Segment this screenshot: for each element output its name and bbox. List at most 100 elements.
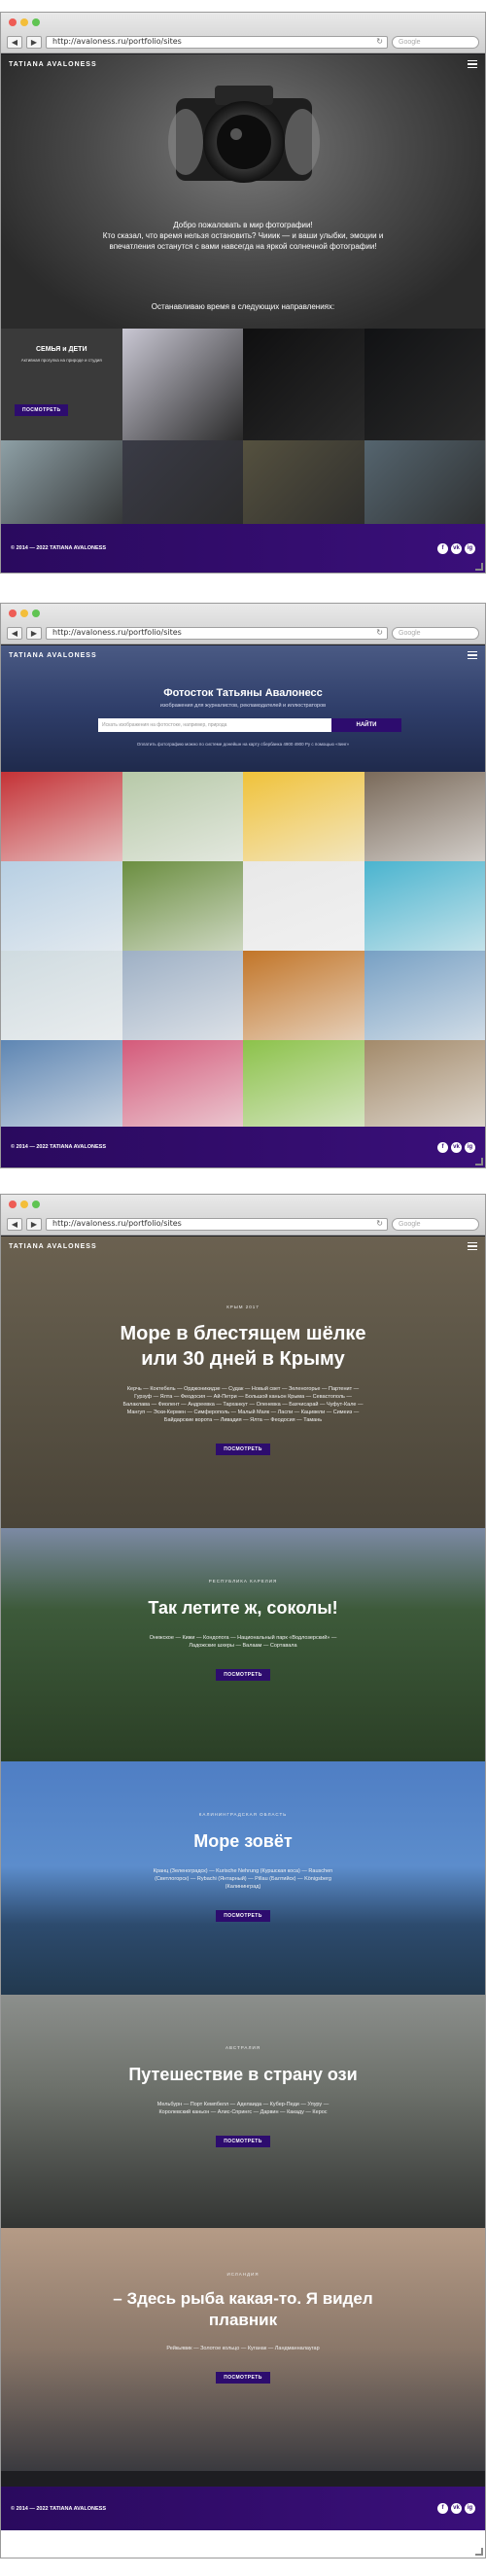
camera-photo-image xyxy=(168,86,320,183)
copyright-text: © 2014 — 2022 TATIANA AVALONESS xyxy=(11,2505,106,2512)
back-button[interactable]: ◀ xyxy=(7,35,22,49)
stock-photo-tile[interactable] xyxy=(1,772,122,861)
minimize-icon[interactable] xyxy=(20,18,28,26)
forward-button[interactable]: ▶ xyxy=(26,35,42,49)
facebook-icon[interactable]: f xyxy=(437,1141,448,1153)
forward-button[interactable]: ▶ xyxy=(26,626,42,640)
facebook-icon[interactable]: f xyxy=(437,2503,448,2514)
stock-photo-tile[interactable] xyxy=(364,772,485,861)
site-logo[interactable]: TATIANA AVALONESS xyxy=(9,1243,97,1250)
maximize-icon[interactable] xyxy=(32,1201,40,1208)
site-logo[interactable]: TATIANA AVALONESS xyxy=(9,61,97,68)
category-family-tile[interactable]: СЕМЬЯ и ДЕТИ Активная прогулка на природ… xyxy=(1,329,122,440)
stock-photo-tile[interactable] xyxy=(243,1040,364,1130)
instagram-icon[interactable]: ig xyxy=(465,1141,475,1153)
stock-photo-tile[interactable] xyxy=(364,951,485,1040)
stock-photo-tile[interactable] xyxy=(243,772,364,861)
close-icon[interactable] xyxy=(9,1201,17,1208)
travel-section-karelia: Республика Карелия Так летите ж, соколы!… xyxy=(1,1528,485,1761)
stock-photo-tile[interactable] xyxy=(243,861,364,951)
close-icon[interactable] xyxy=(9,18,17,26)
section-places: Керчь — Коктебель — Орджоникидзе — Судак… xyxy=(122,1386,364,1423)
section-title: Море в блестящем шёлке или 30 дней в Кры… xyxy=(120,1323,366,1370)
facebook-icon[interactable]: f xyxy=(437,542,448,554)
stock-photo-tile[interactable] xyxy=(1,861,122,951)
stock-photo-tile[interactable] xyxy=(122,861,243,951)
site-footer: © 2014 — 2022 TATIANA AVALONESS f vk ig xyxy=(1,524,485,573)
stock-photo-tile[interactable] xyxy=(1,951,122,1040)
vk-icon[interactable]: vk xyxy=(451,2503,462,2514)
reload-icon[interactable]: ↻ xyxy=(376,1218,387,1230)
reload-icon[interactable]: ↻ xyxy=(376,36,387,48)
address-bar[interactable]: http://avaloness.ru/portfolio/sites ↻ xyxy=(46,1217,388,1231)
menu-icon[interactable] xyxy=(468,59,477,69)
section-kicker: Республика Карелия xyxy=(208,1579,278,1584)
stock-search-button[interactable]: НАЙТИ xyxy=(331,718,401,732)
section-places: Кранц (Зеленоградск) — Kurische Nehrung … xyxy=(153,1868,333,1890)
back-button[interactable]: ◀ xyxy=(7,626,22,640)
site-header: TATIANA AVALONESS xyxy=(1,1236,485,1256)
menu-icon[interactable] xyxy=(468,1241,477,1251)
site-header: TATIANA AVALONESS xyxy=(1,54,485,74)
browser-search-input[interactable]: Google xyxy=(392,35,479,49)
copyright-text: © 2014 — 2022 TATIANA AVALONESS xyxy=(11,545,106,551)
view-button[interactable]: посмотреть xyxy=(216,2136,270,2147)
stock-photo-tile[interactable] xyxy=(1,1040,122,1130)
view-button[interactable]: посмотреть xyxy=(15,404,69,416)
vk-icon[interactable]: vk xyxy=(451,542,462,554)
site-logo[interactable]: TATIANA AVALONESS xyxy=(9,652,97,659)
maximize-icon[interactable] xyxy=(32,609,40,617)
view-button[interactable]: посмотреть xyxy=(216,2372,270,2384)
site-footer: © 2014 — 2022 TATIANA AVALONESS f vk ig xyxy=(1,2487,485,2530)
stock-search-input[interactable]: Искать изображения на фотостоке, наприме… xyxy=(98,718,331,732)
stock-photo-tile[interactable] xyxy=(122,1040,243,1130)
section-kicker: крым 2017 xyxy=(226,1305,260,1309)
browser-chrome: ◀ ▶ http://avaloness.ru/portfolio/sites … xyxy=(1,13,485,53)
resize-grip-icon[interactable] xyxy=(475,1158,483,1166)
section-places: Мельбурн — Порт Кемпбелл — Аделаида — Ку… xyxy=(156,2102,330,2115)
address-bar[interactable]: http://avaloness.ru/portfolio/sites ↻ xyxy=(46,626,388,640)
stock-photo-tile[interactable] xyxy=(122,951,243,1040)
category-photo-tile[interactable] xyxy=(364,329,485,440)
copyright-text: © 2014 — 2022 TATIANA AVALONESS xyxy=(11,1144,106,1150)
close-icon[interactable] xyxy=(9,609,17,617)
browser-search-input[interactable]: Google xyxy=(392,626,479,640)
site-stock: TATIANA AVALONESS Фотосток Татьяны Авало… xyxy=(1,645,485,1167)
back-button[interactable]: ◀ xyxy=(7,1217,22,1231)
section-title: Море зовёт xyxy=(193,1831,293,1851)
url-text: http://avaloness.ru/portfolio/sites xyxy=(52,37,182,46)
minimize-icon[interactable] xyxy=(20,609,28,617)
minimize-icon[interactable] xyxy=(20,1201,28,1208)
maximize-icon[interactable] xyxy=(32,18,40,26)
view-button[interactable]: посмотреть xyxy=(216,1910,270,1922)
browser-toolbar: ◀ ▶ http://avaloness.ru/portfolio/sites … xyxy=(7,1216,479,1232)
address-bar[interactable]: http://avaloness.ru/portfolio/sites ↻ xyxy=(46,35,388,49)
stock-photo-tile[interactable] xyxy=(364,861,485,951)
resize-grip-icon[interactable] xyxy=(475,563,483,571)
browser-toolbar: ◀ ▶ http://avaloness.ru/portfolio/sites … xyxy=(7,625,479,641)
category-grid: СЕМЬЯ и ДЕТИ Активная прогулка на природ… xyxy=(1,329,485,552)
vk-icon[interactable]: vk xyxy=(451,1141,462,1153)
forward-button[interactable]: ▶ xyxy=(26,1217,42,1231)
travel-section-australia: Австралия Путешествие в страну ози Мельб… xyxy=(1,1995,485,2228)
reload-icon[interactable]: ↻ xyxy=(376,627,387,639)
stock-photo-tile[interactable] xyxy=(364,1040,485,1130)
url-text: http://avaloness.ru/portfolio/sites xyxy=(52,1219,182,1228)
window-controls xyxy=(9,1201,40,1208)
view-button[interactable]: посмотреть xyxy=(216,1444,270,1455)
instagram-icon[interactable]: ig xyxy=(465,542,475,554)
browser-search-input[interactable]: Google xyxy=(392,1217,479,1231)
resize-grip-icon[interactable] xyxy=(475,2548,483,2556)
category-photo-tile[interactable] xyxy=(243,329,364,440)
view-button[interactable]: посмотреть xyxy=(216,1669,270,1681)
category-photo-tile[interactable] xyxy=(122,329,243,440)
menu-icon[interactable] xyxy=(468,650,477,660)
category-title: СЕМЬЯ и ДЕТИ xyxy=(35,346,87,353)
instagram-icon[interactable]: ig xyxy=(465,2503,475,2514)
section-title: Так летите ж, соколы! xyxy=(148,1598,338,1618)
stock-photo-tile[interactable] xyxy=(243,951,364,1040)
site-header: TATIANA AVALONESS xyxy=(1,645,485,665)
section-title: – Здесь рыба какая-то. Я видел плавник xyxy=(113,2289,373,2329)
stock-photo-tile[interactable] xyxy=(122,772,243,861)
section-title: Путешествие в страну ози xyxy=(128,2065,358,2084)
